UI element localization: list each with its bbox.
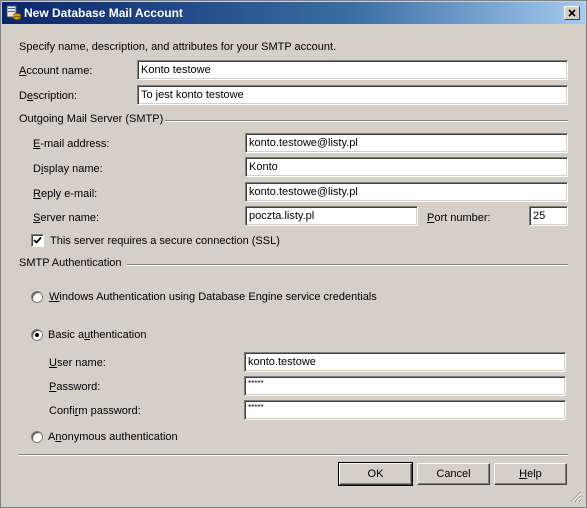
smtp-group-divider [165, 120, 568, 122]
server-name-input[interactable]: poczta.listy.pl [245, 206, 418, 226]
window-title: New Database Mail Account [24, 6, 183, 20]
confirm-password-input[interactable]: ***** [244, 400, 566, 420]
email-address-label: E-mail address: [33, 138, 110, 150]
password-input[interactable]: ***** [244, 376, 566, 396]
description-input[interactable]: To jest konto testowe [137, 85, 568, 105]
email-address-input[interactable]: konto.testowe@listy.pl [245, 133, 568, 153]
bottom-divider [19, 454, 568, 456]
windows-auth-label: Windows Authentication using Database En… [49, 291, 377, 303]
reply-email-input[interactable]: konto.testowe@listy.pl [245, 182, 568, 202]
display-name-label: Display name: [33, 163, 103, 175]
database-mail-icon [6, 5, 21, 20]
auth-group-title: SMTP Authentication [19, 257, 122, 269]
windows-auth-radio[interactable] [31, 291, 43, 303]
server-name-label: Server name: [33, 212, 100, 224]
smtp-group-title: Outgoing Mail Server (SMTP) [19, 113, 164, 125]
ssl-label: This server requires a secure connection… [50, 235, 280, 247]
confirm-password-label: Confirm password: [49, 405, 141, 417]
description-label: Description: [19, 90, 78, 102]
port-number-label: Port number: [427, 212, 491, 224]
ok-button[interactable]: OK [338, 462, 413, 486]
resize-grip-icon[interactable] [570, 491, 582, 503]
dialog-window: New Database Mail Account Specify name, … [0, 0, 587, 508]
checkmark-icon [33, 236, 42, 244]
anonymous-auth-radio[interactable] [31, 431, 43, 443]
password-label: Password: [49, 381, 101, 393]
ssl-checkbox[interactable] [31, 234, 44, 247]
user-name-label: User name: [49, 357, 106, 369]
port-number-input[interactable]: 25 [529, 206, 568, 226]
reply-email-label: Reply e-mail: [33, 188, 98, 200]
close-button[interactable] [564, 6, 580, 20]
basic-auth-radio[interactable] [31, 329, 43, 341]
display-name-input[interactable]: Konto [245, 157, 568, 177]
cancel-button[interactable]: Cancel [417, 463, 490, 485]
account-name-label: Account name: [19, 65, 93, 77]
auth-group-divider [127, 264, 568, 266]
basic-auth-label: Basic authentication [48, 329, 147, 341]
user-name-input[interactable]: konto.testowe [244, 352, 566, 372]
anonymous-auth-label: Anonymous authentication [48, 431, 178, 443]
intro-text: Specify name, description, and attribute… [19, 41, 337, 53]
account-name-input[interactable]: Konto testowe [137, 60, 568, 80]
title-bar[interactable]: New Database Mail Account [2, 2, 585, 24]
close-icon [568, 9, 576, 17]
help-button[interactable]: Help [494, 463, 567, 485]
